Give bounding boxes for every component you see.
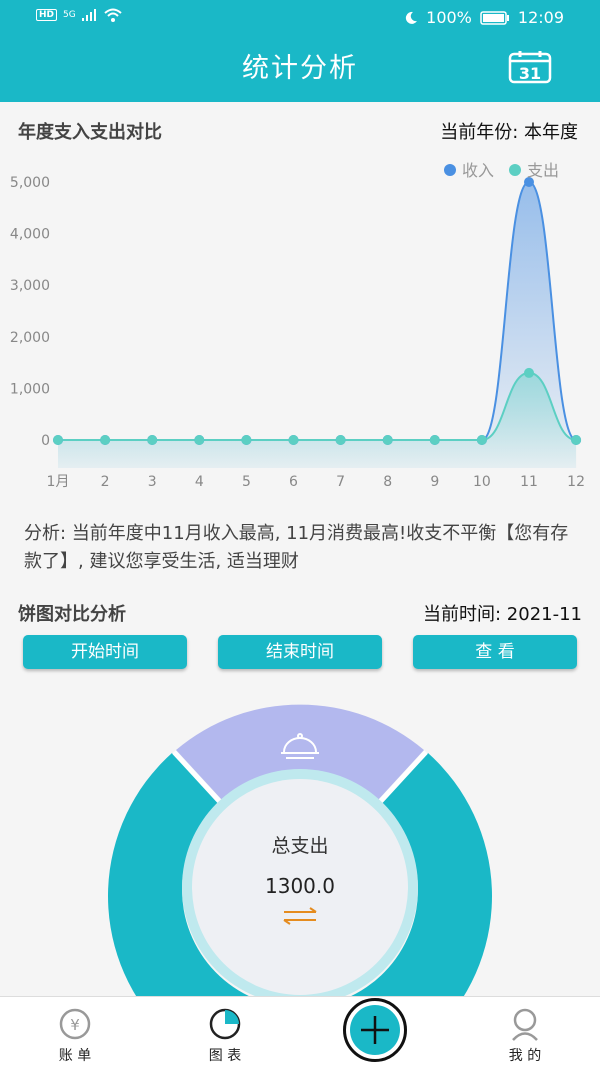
- network-label: 5G: [63, 10, 76, 20]
- y-tick-label: 3,000: [10, 278, 50, 294]
- user-icon: [512, 1008, 538, 1041]
- tab-mine-label: 我 的: [508, 1048, 542, 1064]
- x-tick-label: 9: [430, 474, 439, 490]
- x-tick-label: 2: [101, 474, 110, 490]
- x-tick-label: 6: [289, 474, 298, 490]
- y-tick-label: 2,000: [10, 330, 50, 346]
- battery-icon: [480, 10, 509, 25]
- plus-icon: [350, 1005, 400, 1055]
- legend-marker: [509, 164, 521, 176]
- x-tick-label: 10: [473, 474, 491, 490]
- calendar-day: 31: [519, 64, 541, 83]
- data-point[interactable]: [147, 435, 158, 445]
- data-point[interactable]: [241, 435, 252, 445]
- app-header: HD 5G 100% 12:09 统计分析 31: [0, 0, 600, 102]
- signal-icon: [81, 9, 96, 21]
- legend-marker: [444, 164, 456, 176]
- y-tick-label: 1,000: [10, 381, 50, 397]
- wifi-icon: [104, 8, 122, 22]
- bill-icon: ¥: [59, 1008, 91, 1040]
- y-tick-label: 4,000: [10, 227, 50, 243]
- x-tick-label: 12: [567, 474, 585, 490]
- tab-bill[interactable]: ¥ 账 单: [35, 1007, 115, 1065]
- add-record-button[interactable]: [343, 998, 407, 1062]
- data-point[interactable]: [571, 435, 582, 445]
- moon-icon: [406, 11, 418, 24]
- x-tick-label: 8: [383, 474, 392, 490]
- y-tick-label: 0: [41, 433, 50, 449]
- pie-center-value: 1300.0: [265, 874, 335, 898]
- data-point[interactable]: [429, 435, 440, 445]
- current-time-label: 当前时间: 2021-11: [423, 604, 582, 625]
- tab-bill-label: 账 单: [58, 1048, 92, 1064]
- tab-chart-label: 图 表: [208, 1048, 242, 1064]
- pie-chart-icon: [209, 1008, 241, 1040]
- current-year-label[interactable]: 当前年份: 本年度: [440, 118, 578, 144]
- analysis-text: 分析: 当前年度中11月收入最高, 11月消费最高!收支不平衡【您有存款了】, …: [24, 523, 569, 572]
- battery-percent: 100%: [426, 8, 472, 27]
- data-point[interactable]: [53, 435, 63, 445]
- x-tick-label: 5: [242, 474, 251, 490]
- x-tick-label: 11: [520, 474, 538, 490]
- svg-text:¥: ¥: [70, 1016, 80, 1034]
- pie-chart: 总支出 1300.0: [108, 704, 492, 1000]
- x-tick-label: 3: [148, 474, 157, 490]
- clock: 12:09: [517, 8, 564, 27]
- status-bar: HD 5G 100% 12:09: [0, 0, 600, 34]
- y-tick-label: 5,000: [10, 175, 50, 191]
- hd-badge: HD: [36, 9, 58, 21]
- x-tick-label: 4: [195, 474, 204, 490]
- data-point[interactable]: [524, 367, 534, 378]
- pie-title: 饼图对比分析: [18, 604, 126, 625]
- calendar-button[interactable]: 31: [508, 50, 552, 84]
- yearly-chart: 0 1,000 2,000 3,000 4,000 5,000 1月 2 3 4 5 6 7 8 9 10 1…: [10, 161, 585, 490]
- data-point[interactable]: [194, 435, 205, 445]
- bottom-tab-bar: ¥ 账 单 图 表 我 的: [0, 996, 600, 1068]
- data-point[interactable]: [382, 435, 393, 445]
- data-point[interactable]: [476, 435, 487, 445]
- data-point[interactable]: [288, 435, 299, 445]
- view-button[interactable]: 查 看: [413, 635, 577, 669]
- tab-chart[interactable]: 图 表: [185, 1007, 265, 1065]
- calendar-icon: 31: [508, 51, 552, 84]
- x-tick-label: 1月: [47, 474, 70, 490]
- x-tick-label: 7: [336, 474, 345, 490]
- legend-label[interactable]: 支出: [527, 161, 559, 180]
- data-point[interactable]: [335, 435, 346, 445]
- yearly-title: 年度支入支出对比: [18, 122, 162, 143]
- pie-center-label: 总支出: [271, 835, 328, 857]
- tab-mine[interactable]: 我 的: [485, 1007, 565, 1065]
- data-point[interactable]: [100, 435, 111, 445]
- start-time-button[interactable]: 开始时间: [23, 635, 187, 669]
- end-time-button[interactable]: 结束时间: [218, 635, 382, 669]
- legend-label[interactable]: 收入: [462, 161, 494, 180]
